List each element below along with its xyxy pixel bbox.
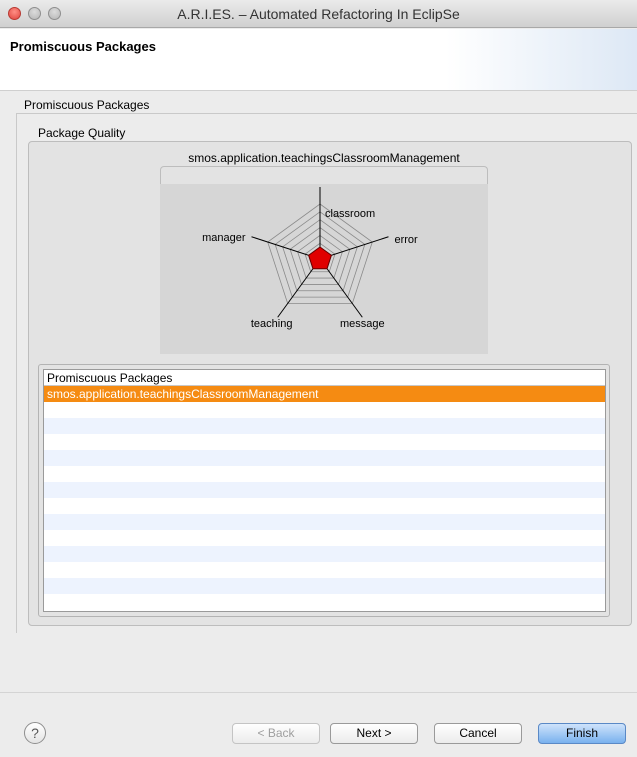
radar-axis-label: error	[394, 234, 418, 246]
table-row-empty	[44, 594, 605, 610]
table-row-empty	[44, 434, 605, 450]
wizard-content: Promiscuous Packages Package Quality smo…	[0, 92, 637, 692]
promiscuous-packages-table[interactable]: Promiscuous Packages smos.application.te…	[43, 369, 606, 612]
section-label: Promiscuous Packages	[24, 98, 150, 112]
window-titlebar: A.R.I.ES. – Automated Refactoring In Ecl…	[0, 0, 637, 28]
window-title: A.R.I.ES. – Automated Refactoring In Ecl…	[177, 6, 460, 22]
radar-chart: classroom error message teaching manager	[160, 184, 488, 354]
radar-chart-svg: classroom error message teaching manager	[202, 187, 418, 330]
table-row-empty	[44, 514, 605, 530]
table-row-empty	[44, 466, 605, 482]
radar-axis-label: classroom	[325, 208, 375, 220]
table-row-empty	[44, 562, 605, 578]
chart-tab	[160, 166, 488, 184]
table-row[interactable]: smos.application.teachingsClassroomManag…	[44, 386, 605, 402]
radar-axis-label: message	[340, 318, 385, 330]
table-row-empty	[44, 498, 605, 514]
table-row-empty	[44, 546, 605, 562]
table-header[interactable]: Promiscuous Packages	[44, 370, 605, 386]
next-button[interactable]: Next >	[330, 723, 418, 744]
table-row-empty	[44, 402, 605, 418]
radar-data-area	[307, 246, 333, 270]
cancel-button[interactable]: Cancel	[434, 723, 522, 744]
page-title: Promiscuous Packages	[10, 39, 156, 54]
radar-axis-label: manager	[202, 232, 246, 244]
back-button[interactable]: < Back	[232, 723, 320, 744]
radar-axis-label: teaching	[251, 318, 293, 330]
question-mark-icon[interactable]: ?	[24, 722, 46, 744]
group-label: Package Quality	[38, 126, 126, 140]
wizard-header: Promiscuous Packages	[0, 29, 637, 91]
table-row-empty	[44, 450, 605, 466]
chart-title: smos.application.teachingsClassroomManag…	[188, 151, 460, 165]
finish-button[interactable]: Finish	[538, 723, 626, 744]
table-row-empty	[44, 482, 605, 498]
table-row-empty	[44, 578, 605, 594]
wizard-footer: ? < Back Next > Cancel Finish	[0, 692, 637, 757]
table-row-empty	[44, 418, 605, 434]
table-row-empty	[44, 530, 605, 546]
